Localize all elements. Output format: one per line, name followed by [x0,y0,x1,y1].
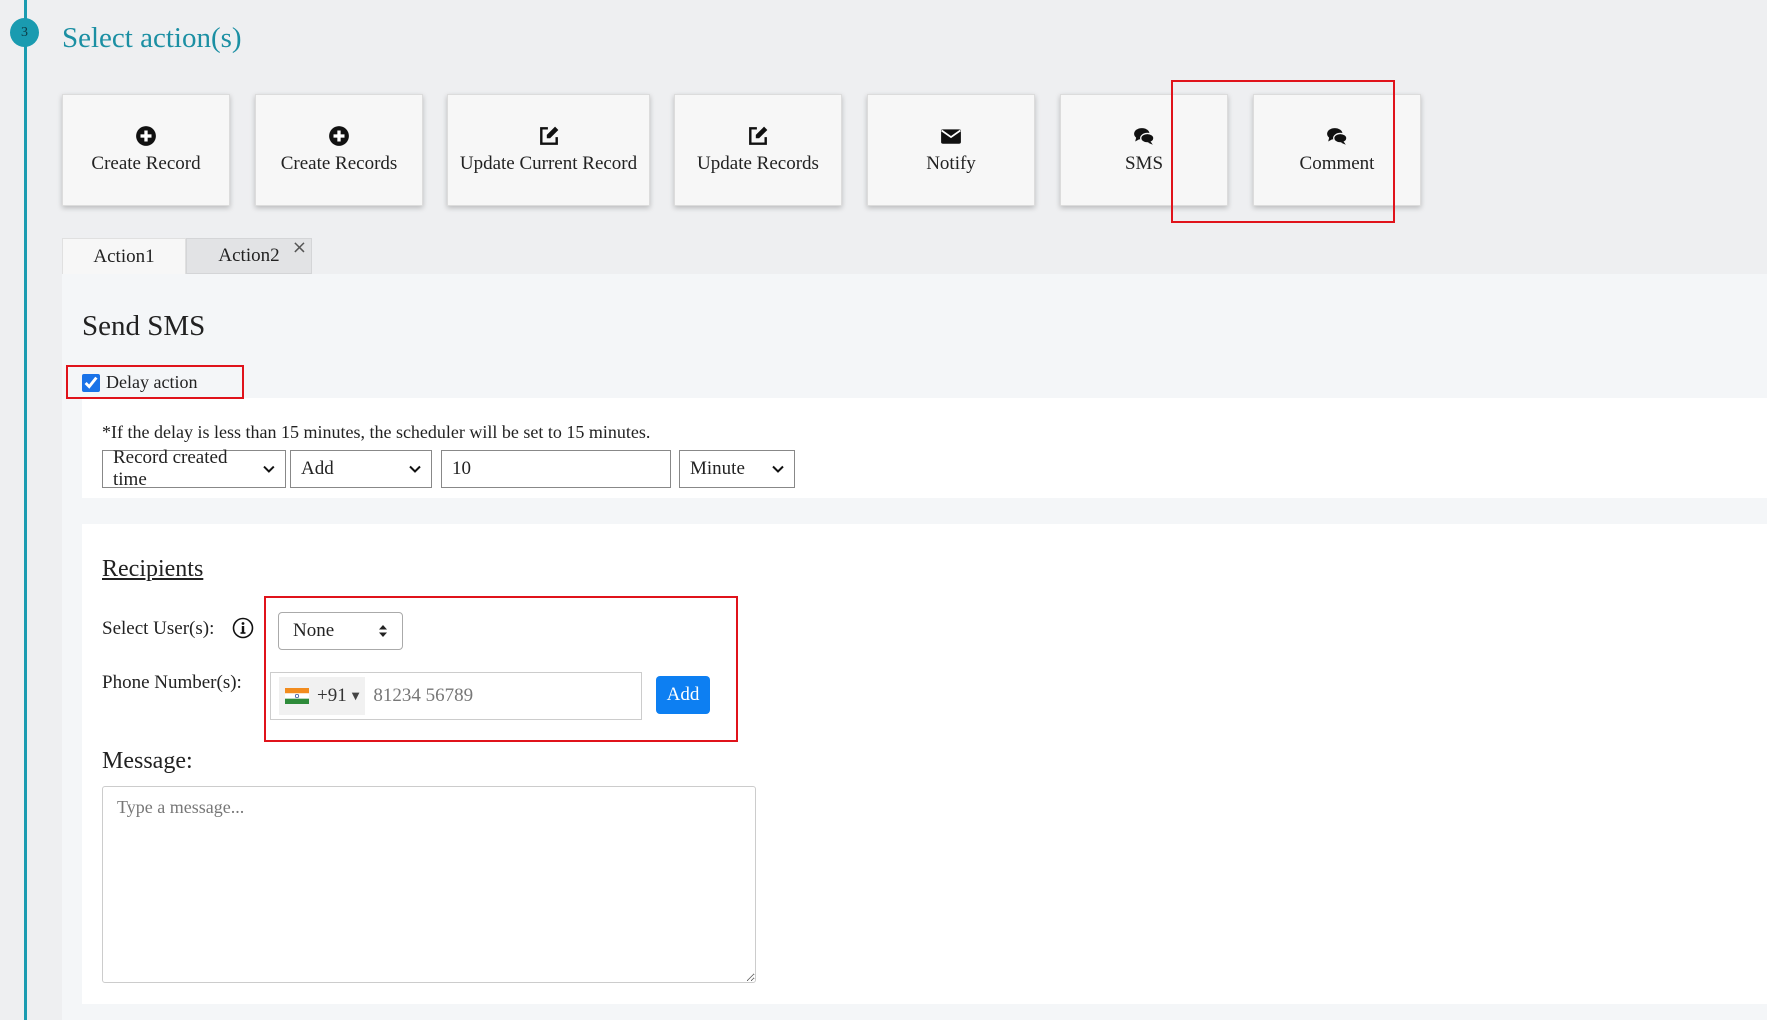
comments-icon [1134,128,1155,145]
select-users-dropdown[interactable]: None [278,612,403,650]
action-label: SMS [1124,153,1164,174]
phone-number-input[interactable] [371,684,592,708]
notify-button[interactable]: Notify [867,94,1035,206]
edit-icon [749,126,768,145]
tab-label: Action1 [93,245,155,267]
delay-operation-select[interactable]: Add [290,450,432,488]
action-label: Create Record [91,153,201,174]
phone-number-field: +91 ▼ [270,672,642,720]
delay-amount-input[interactable]: 10 [441,450,671,488]
select-users-label: Select User(s): [102,618,215,639]
select-value: None [293,620,335,641]
input-value: 10 [452,458,471,479]
delay-action-checkbox[interactable] [82,373,100,392]
edit-icon [539,126,558,145]
step-line [24,0,27,1020]
delay-action-checkbox-row[interactable]: Delay action [82,372,197,393]
update-records-button[interactable]: Update Records [674,94,842,206]
country-code-selector[interactable]: +91 ▼ [279,677,366,715]
delay-note: *If the delay is less than 15 minutes, t… [102,422,651,442]
recipients-title: Recipients [102,556,204,582]
add-phone-button[interactable]: Add [656,676,710,714]
select-value: Minute [690,458,745,479]
sms-button[interactable]: SMS [1060,94,1228,206]
step-number-badge: 3 [10,18,39,47]
create-record-button[interactable]: Create Record [62,94,230,206]
section-title: Select action(s) [62,22,242,54]
select-value: Add [301,458,334,479]
comment-button[interactable]: Comment [1253,94,1421,206]
message-textarea[interactable] [102,786,756,983]
phone-numbers-label: Phone Number(s): [102,672,242,693]
action-label: Update Current Record [459,153,638,174]
message-label: Message: [102,748,193,774]
comments-icon [1327,128,1348,145]
delay-base-select[interactable]: Record created time [102,447,286,490]
send-sms-panel: Send SMS Delay action *If the delay is l… [62,274,1767,1020]
tab-label: Action2 [218,245,280,266]
envelope-icon [941,129,961,144]
action-label: Update Records [697,153,819,174]
delay-settings: *If the delay is less than 15 minutes, t… [82,398,1767,498]
action-label: Comment [1299,153,1375,174]
info-icon[interactable] [232,617,254,639]
delay-unit-select[interactable]: Minute [679,450,795,488]
sort-arrows-icon [379,625,387,637]
chevron-down-icon [263,465,275,473]
plus-circle-icon [136,126,156,146]
india-flag-icon [285,688,309,704]
action-label: Notify [926,153,976,174]
tab-action2[interactable]: Action2 × [186,238,312,274]
recipients-section: Recipients Select User(s): None Phone Nu… [82,524,1767,1004]
update-current-record-button[interactable]: Update Current Record [447,94,650,206]
delay-action-label: Delay action [106,372,198,392]
select-value: Record created time [113,447,228,490]
close-icon[interactable]: × [292,239,307,257]
plus-circle-icon [329,126,349,146]
create-records-button[interactable]: Create Records [255,94,423,206]
country-code: +91 [317,685,347,706]
action-label: Create Records [280,153,398,174]
chevron-down-icon [409,465,421,473]
tab-action1[interactable]: Action1 [62,238,186,274]
chevron-down-icon [772,465,784,473]
caret-down-icon: ▼ [351,690,360,702]
form-title: Send SMS [82,310,206,342]
